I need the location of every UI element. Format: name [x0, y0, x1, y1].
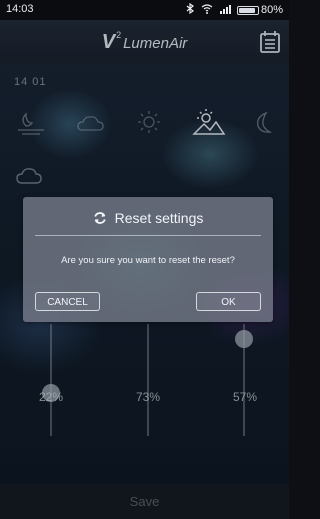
battery-indicator: 80% — [236, 4, 283, 16]
status-bar: 14:03 80% — [0, 0, 289, 20]
battery-percent: 80% — [260, 4, 283, 16]
dialog-message: Are you sure you want to reset the reset… — [61, 255, 235, 266]
dialog-title-text: Reset settings — [114, 210, 204, 226]
status-time: 14:03 — [6, 3, 34, 15]
wifi-icon — [201, 3, 213, 17]
status-icons: 80% — [185, 2, 283, 17]
battery-icon — [236, 5, 259, 15]
ok-button[interactable]: OK — [196, 292, 261, 311]
signal-icon — [219, 4, 231, 17]
dialog-divider — [35, 235, 261, 236]
dialog-title: Reset settings — [23, 207, 273, 229]
refresh-icon — [93, 212, 106, 224]
bluetooth-icon — [185, 2, 195, 17]
reset-settings-dialog: Reset settings Are you sure you want to … — [23, 197, 273, 322]
cancel-button[interactable]: CANCEL — [35, 292, 100, 311]
